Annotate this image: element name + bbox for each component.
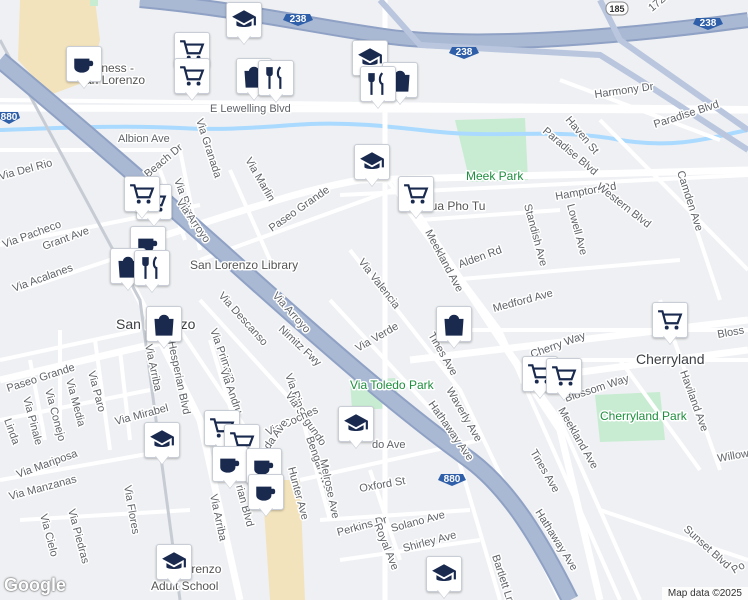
- school-marker[interactable]: [156, 544, 192, 588]
- cafe-marker[interactable]: [66, 46, 102, 90]
- cafe-marker[interactable]: [212, 446, 248, 490]
- grocery-marker[interactable]: [124, 176, 160, 220]
- shopping-bag-marker[interactable]: [146, 306, 182, 350]
- label-cherryland: Cherryland: [636, 351, 704, 367]
- restaurant-marker[interactable]: [360, 66, 396, 110]
- school-marker[interactable]: [354, 144, 390, 188]
- label-via-toledo-park-1: Via Toledo Park: [350, 378, 435, 392]
- grocery-marker[interactable]: [174, 58, 210, 102]
- restaurant-marker[interactable]: [258, 60, 294, 104]
- shopping-bag-marker[interactable]: [436, 306, 472, 350]
- google-logo: Google: [4, 575, 66, 595]
- label-cherryland-park: Cherryland Park: [600, 409, 688, 423]
- label-albion: Albion Ave: [118, 133, 170, 145]
- school-marker[interactable]: [144, 422, 180, 466]
- svg-text:185: 185: [609, 4, 624, 14]
- map-canvas[interactable]: 238 238 238 880 880 185 E Lewelling Blvd…: [0, 0, 748, 600]
- school-marker[interactable]: [426, 556, 462, 600]
- map-attribution[interactable]: Map data ©2025: [661, 587, 748, 600]
- svg-text:880: 880: [444, 474, 461, 485]
- svg-text:238: 238: [290, 14, 307, 25]
- cafe-marker[interactable]: [248, 474, 284, 518]
- shield-880-a: 880: [0, 112, 20, 124]
- grocery-marker[interactable]: [546, 358, 582, 402]
- grocery-marker[interactable]: [652, 302, 688, 346]
- label-toledo-ave: do Ave: [372, 439, 405, 451]
- svg-text:880: 880: [1, 112, 18, 123]
- shield-185: 185: [605, 1, 629, 16]
- label-library: San Lorenzo Library: [190, 258, 298, 272]
- school-marker[interactable]: [338, 406, 374, 450]
- restaurant-marker[interactable]: [134, 250, 170, 294]
- label-e-lewelling: E Lewelling Blvd: [210, 103, 291, 115]
- svg-text:238: 238: [456, 47, 473, 58]
- svg-text:238: 238: [700, 18, 717, 29]
- school-marker[interactable]: [226, 2, 262, 46]
- grocery-marker[interactable]: [398, 176, 434, 220]
- label-meek-park: Meek Park: [466, 169, 524, 183]
